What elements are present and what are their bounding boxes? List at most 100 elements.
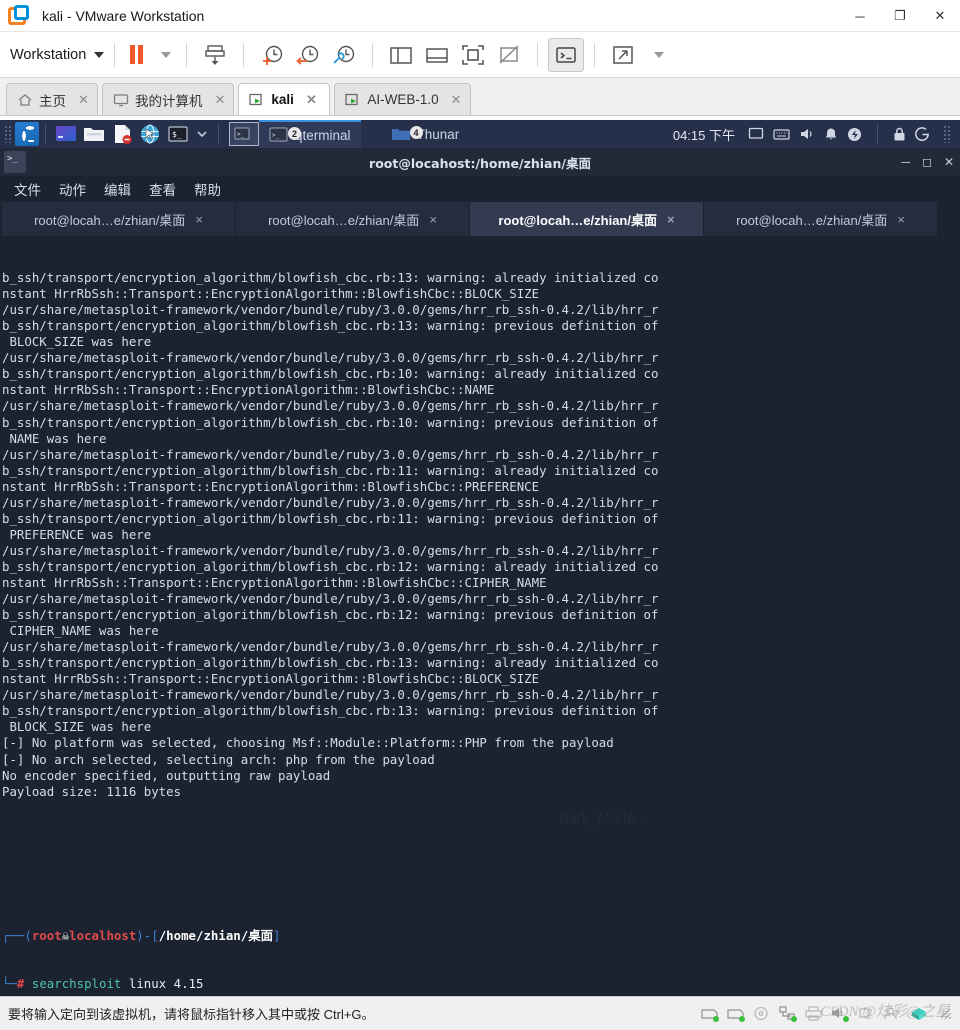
snapshot-manager-button[interactable] xyxy=(326,38,362,72)
terminal-tab-4[interactable]: root@locah…e/zhian/桌面 × xyxy=(704,202,938,236)
grip-icon[interactable] xyxy=(943,125,951,143)
console-view-button[interactable] xyxy=(548,37,585,72)
toolbar-divider xyxy=(186,42,188,67)
close-icon[interactable]: ✕ xyxy=(78,92,89,108)
menu-actions[interactable]: 动作 xyxy=(59,179,86,199)
menu-help[interactable]: 帮助 xyxy=(194,179,221,199)
power-icon[interactable] xyxy=(847,127,862,142)
display-icon[interactable] xyxy=(748,127,764,141)
terminal-line: /usr/share/metasploit-framework/vendor/b… xyxy=(2,687,659,703)
thumbnail-view-button[interactable] xyxy=(419,38,455,72)
taskbar-button-thunar[interactable]: 4 Thunar xyxy=(381,120,470,148)
terminal-line: b_ssh/transport/encryption_algorithm/blo… xyxy=(2,414,659,430)
terminal-output[interactable]: b_ssh/transport/encryption_algorithm/blo… xyxy=(0,236,960,996)
home-icon xyxy=(18,93,32,106)
menu-view[interactable]: 查看 xyxy=(149,179,176,199)
terminal-window-controls: ─ ◻ ✕ xyxy=(901,155,954,169)
close-icon[interactable]: ✕ xyxy=(215,92,226,108)
folder-icon xyxy=(391,129,410,140)
maximize-button[interactable]: ❐ xyxy=(880,0,920,32)
close-icon[interactable]: × xyxy=(429,212,437,227)
usb-icon[interactable] xyxy=(857,1006,874,1021)
expand-button[interactable] xyxy=(605,38,641,72)
vm-tab-ai-web[interactable]: AI-WEB-1.0 ✕ xyxy=(334,83,471,115)
show-desktop-icon[interactable] xyxy=(55,123,77,145)
terminal-line: b_ssh/transport/encryption_algorithm/blo… xyxy=(2,366,659,382)
vm-tab-my-computer[interactable]: 我的计算机 ✕ xyxy=(102,83,235,115)
vm-tab-kali[interactable]: kali ✕ xyxy=(238,83,331,115)
close-icon[interactable]: × xyxy=(195,212,203,227)
terminal-line: [-] No platform was selected, choosing M… xyxy=(2,735,614,751)
terminal-tab-2[interactable]: root@locah…e/zhian/桌面 × xyxy=(236,202,470,236)
close-icon[interactable]: × xyxy=(897,212,905,227)
taskbar-button-label: qterminal xyxy=(295,127,351,143)
terminal-line: /usr/share/metasploit-framework/vendor/b… xyxy=(2,639,659,655)
hard-disk-2-icon[interactable] xyxy=(727,1006,745,1022)
pause-dropdown-button[interactable] xyxy=(148,38,176,72)
expand-dropdown-button[interactable] xyxy=(641,38,669,72)
printer-icon[interactable] xyxy=(805,1006,822,1021)
grip-icon[interactable] xyxy=(4,125,12,143)
hard-disk-icon[interactable] xyxy=(701,1006,719,1022)
menu-file[interactable]: 文件 xyxy=(14,179,41,199)
take-snapshot-button[interactable] xyxy=(254,38,290,72)
terminal-line: /usr/share/metasploit-framework/vendor/b… xyxy=(2,542,659,558)
kali-menu-icon[interactable] xyxy=(15,122,39,146)
monitor-icon xyxy=(113,93,129,106)
close-icon[interactable]: × xyxy=(667,212,675,227)
vm-tab-bar: 主页 ✕ 我的计算机 ✕ kali ✕ AI-WEB-1.0 ✕ xyxy=(0,78,960,116)
keyboard-icon[interactable] xyxy=(773,128,790,141)
maximize-button[interactable]: ◻ xyxy=(922,155,932,169)
terminal-line: NAME was here xyxy=(2,430,107,446)
chevron-down-icon xyxy=(654,51,665,58)
unity-mode-button[interactable] xyxy=(491,38,527,72)
close-button[interactable]: ✕ xyxy=(944,155,954,169)
window-count-badge: 2 xyxy=(288,127,301,140)
close-button[interactable]: ✕ xyxy=(920,0,960,32)
resize-grip-icon[interactable] xyxy=(938,1006,952,1021)
minimize-button[interactable]: ─ xyxy=(901,155,910,169)
thumbnails-icon xyxy=(426,47,449,63)
network-icon[interactable] xyxy=(779,1006,797,1022)
pause-button[interactable] xyxy=(125,38,148,72)
text-editor-icon[interactable] xyxy=(111,123,133,145)
file-manager-icon[interactable] xyxy=(83,123,105,145)
cd-dvd-icon[interactable] xyxy=(753,1006,770,1021)
notification-bell-icon[interactable] xyxy=(824,127,838,142)
workstation-menu-button[interactable]: Workstation xyxy=(10,47,105,63)
menu-edit[interactable]: 编辑 xyxy=(104,179,131,199)
3d-graphics-icon[interactable] xyxy=(909,1006,929,1021)
vm-tab-home[interactable]: 主页 ✕ xyxy=(6,83,98,115)
close-icon[interactable]: ✕ xyxy=(451,92,462,108)
terminal-tab-3[interactable]: root@locah…e/zhian/桌面 × xyxy=(470,202,704,236)
revert-snapshot-icon xyxy=(296,45,319,65)
terminal-tab-label: root@locah…e/zhian/桌面 xyxy=(34,212,186,228)
taskbar-window-terminal[interactable]: >_ xyxy=(229,122,259,146)
prompt-user: root xyxy=(31,928,62,944)
close-icon[interactable]: ✕ xyxy=(306,92,317,108)
terminal-icon[interactable]: $_ xyxy=(167,123,189,145)
snapshot-button[interactable] xyxy=(197,38,233,72)
lock-icon[interactable] xyxy=(893,127,906,142)
web-browser-icon[interactable] xyxy=(139,123,161,145)
terminal-tab-1[interactable]: root@locah…e/zhian/桌面 × xyxy=(2,202,236,236)
taskbar-button-qterminal[interactable]: >_ 2 qterminal xyxy=(259,120,361,148)
library-icon xyxy=(390,46,413,64)
library-view-button[interactable] xyxy=(383,38,419,72)
sound-icon[interactable] xyxy=(831,1006,849,1022)
terminal-dropdown-icon[interactable] xyxy=(195,123,209,145)
revert-snapshot-button[interactable] xyxy=(290,38,326,72)
fullscreen-button[interactable] xyxy=(455,38,491,72)
terminal-line: nstant HrrRbSsh::Transport::EncryptionAl… xyxy=(2,478,540,494)
display-icon[interactable] xyxy=(883,1006,900,1021)
minimize-button[interactable]: ─ xyxy=(840,0,880,32)
taskbar-window-list: >_ 2 qterminal 4 Thunar xyxy=(259,120,673,148)
volume-icon[interactable] xyxy=(799,127,815,141)
terminal-line: nstant HrrRbSsh::Transport::EncryptionAl… xyxy=(2,671,540,687)
terminal-line: [-] No arch selected, selecting arch: ph… xyxy=(2,751,435,767)
logout-icon[interactable] xyxy=(915,126,930,142)
terminal-tab-label: root@locah…e/zhian/桌面 xyxy=(268,212,420,228)
guest-os-screen[interactable]: $_ >_ >_ 2 qterminal 4 Thunar 04:15 下午 >… xyxy=(0,120,960,996)
taskbar-clock[interactable]: 04:15 下午 xyxy=(673,125,735,144)
toolbar-divider xyxy=(243,42,245,67)
